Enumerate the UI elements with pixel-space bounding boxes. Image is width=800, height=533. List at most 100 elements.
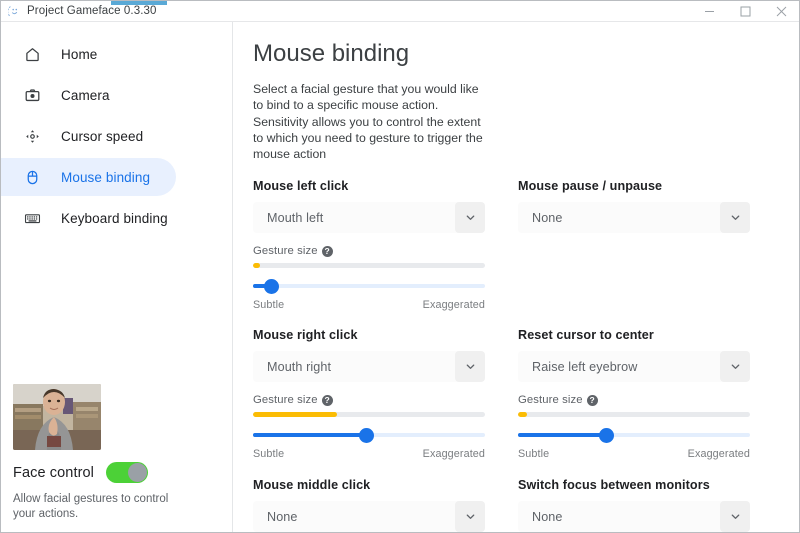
help-icon[interactable]: ? bbox=[321, 245, 333, 257]
sidebar-footer: Face control Allow facial gestures to co… bbox=[1, 384, 232, 532]
chevron-down-icon[interactable] bbox=[720, 351, 750, 383]
binding-label: Mouse pause / unpause bbox=[518, 179, 663, 194]
camera-icon bbox=[21, 84, 43, 106]
slider-min-label: Subtle bbox=[253, 299, 285, 312]
sidebar-item-label: Keyboard binding bbox=[61, 210, 168, 226]
sidebar-item-cursor-speed[interactable]: Cursor speed bbox=[1, 117, 176, 155]
close-icon[interactable] bbox=[763, 1, 799, 22]
mouse-icon bbox=[21, 166, 43, 188]
sensitivity-slider[interactable] bbox=[253, 277, 485, 295]
binding-mouse-right-click: Mouse right click Mouth right Gesture si… bbox=[253, 328, 485, 460]
sidebar-item-home[interactable]: Home bbox=[1, 35, 176, 73]
minimize-icon[interactable] bbox=[691, 1, 727, 22]
slider-min-label: Subtle bbox=[253, 448, 285, 461]
app-window: Project Gameface 0.3.30 Home Camera Curs… bbox=[0, 0, 800, 533]
gesture-size-row: Gesture size ? bbox=[253, 245, 485, 257]
binding-label: Reset cursor to center bbox=[518, 328, 654, 343]
binding-mouse-left-click: Mouse left click Mouth left Gesture size… bbox=[253, 179, 485, 311]
binding-reset-cursor-to-center: Reset cursor to center Raise left eyebro… bbox=[518, 328, 750, 460]
sensitivity-slider[interactable] bbox=[518, 426, 750, 444]
binding-label: Switch focus between monitors bbox=[518, 478, 710, 493]
sidebar-nav: Home Camera Cursor speed Mouse binding K… bbox=[1, 22, 232, 240]
gesture-size-label: Gesture size bbox=[253, 394, 318, 407]
keyboard-icon bbox=[21, 207, 43, 229]
slider-end-labels: Subtle Exaggerated bbox=[253, 299, 485, 311]
title-bar-accent bbox=[111, 1, 167, 5]
binding-mouse-pause-unpause: Mouse pause / unpause None bbox=[518, 179, 750, 311]
window-controls bbox=[691, 1, 799, 22]
binding-label: Mouse middle click bbox=[253, 478, 371, 493]
face-control-description: Allow facial gestures to control your ac… bbox=[13, 493, 169, 520]
toggle-knob bbox=[128, 463, 147, 482]
gesture-size-meter bbox=[253, 412, 485, 418]
slider-min-label: Subtle bbox=[518, 448, 550, 461]
help-icon[interactable]: ? bbox=[586, 394, 598, 406]
chevron-down-icon[interactable] bbox=[720, 202, 750, 234]
gesture-select[interactable]: None bbox=[253, 501, 485, 532]
meter-fill bbox=[518, 412, 528, 418]
chevron-down-icon[interactable] bbox=[720, 501, 750, 532]
meter-fill bbox=[253, 263, 260, 269]
slider-end-labels: Subtle Exaggerated bbox=[518, 448, 750, 460]
gesture-select[interactable]: Mouth right bbox=[253, 351, 485, 383]
face-control-toggle[interactable] bbox=[106, 462, 148, 483]
gesture-select[interactable]: Mouth left bbox=[253, 202, 485, 234]
sidebar-item-label: Home bbox=[61, 46, 98, 62]
sidebar-item-label: Camera bbox=[61, 87, 110, 103]
meter-fill bbox=[253, 412, 337, 418]
chevron-down-icon[interactable] bbox=[455, 202, 485, 234]
slider-thumb[interactable] bbox=[598, 428, 614, 444]
gesture-size-row: Gesture size ? bbox=[518, 394, 750, 406]
binding-switch-focus-between-monitors: Switch focus between monitors None bbox=[518, 478, 750, 532]
slider-thumb[interactable] bbox=[359, 428, 375, 444]
sidebar-item-label: Cursor speed bbox=[61, 128, 144, 144]
window-title: Project Gameface 0.3.30 bbox=[27, 5, 157, 17]
gesture-size-label: Gesture size bbox=[518, 394, 583, 407]
sidebar: Home Camera Cursor speed Mouse binding K… bbox=[1, 22, 233, 532]
slider-max-label: Exaggerated bbox=[422, 299, 485, 312]
gesture-select-value: None bbox=[532, 509, 563, 524]
slider-filled bbox=[253, 433, 367, 438]
home-icon bbox=[21, 43, 43, 65]
sidebar-item-camera[interactable]: Camera bbox=[1, 76, 176, 114]
gesture-select[interactable]: None bbox=[518, 202, 750, 234]
sidebar-item-mouse-binding[interactable]: Mouse binding bbox=[1, 158, 176, 196]
gesture-select[interactable]: Raise left eyebrow bbox=[518, 351, 750, 383]
maximize-icon[interactable] bbox=[727, 1, 763, 22]
gesture-size-meter bbox=[253, 263, 485, 269]
gesture-size-row: Gesture size ? bbox=[253, 394, 485, 406]
gesture-select-value: Mouth right bbox=[267, 359, 332, 374]
chevron-down-icon[interactable] bbox=[455, 351, 485, 383]
sidebar-item-label: Mouse binding bbox=[61, 169, 151, 185]
chevron-down-icon[interactable] bbox=[455, 501, 485, 532]
gesture-size-label: Gesture size bbox=[253, 245, 318, 258]
gesture-select-value: Raise left eyebrow bbox=[532, 359, 638, 374]
cursor-speed-icon bbox=[21, 125, 43, 147]
face-control-row: Face control bbox=[13, 462, 220, 483]
gesture-select[interactable]: None bbox=[518, 501, 750, 532]
smiley-face-icon bbox=[6, 3, 22, 19]
main-content: Mouse binding Select a facial gesture th… bbox=[233, 22, 799, 532]
gesture-size-meter bbox=[518, 412, 750, 418]
gesture-select-value: None bbox=[267, 509, 298, 524]
gesture-select-value: None bbox=[532, 210, 563, 225]
slider-track bbox=[253, 284, 485, 289]
binding-label: Mouse right click bbox=[253, 328, 358, 343]
face-control-label: Face control bbox=[13, 464, 94, 481]
sidebar-item-keyboard-binding[interactable]: Keyboard binding bbox=[1, 199, 176, 237]
slider-filled bbox=[518, 433, 607, 438]
slider-max-label: Exaggerated bbox=[422, 448, 485, 461]
page-description: Select a facial gesture that you would l… bbox=[253, 82, 483, 162]
sensitivity-slider[interactable] bbox=[253, 426, 485, 444]
window-body: Home Camera Cursor speed Mouse binding K… bbox=[1, 22, 799, 532]
binding-mouse-middle-click: Mouse middle click None bbox=[253, 478, 485, 532]
slider-end-labels: Subtle Exaggerated bbox=[253, 448, 485, 460]
title-bar: Project Gameface 0.3.30 bbox=[1, 1, 799, 22]
slider-max-label: Exaggerated bbox=[687, 448, 750, 461]
webcam-preview bbox=[13, 384, 101, 450]
help-icon[interactable]: ? bbox=[321, 394, 333, 406]
slider-thumb[interactable] bbox=[264, 279, 280, 295]
gesture-select-value: Mouth left bbox=[267, 210, 324, 225]
bindings-grid: Mouse left click Mouth left Gesture size… bbox=[253, 179, 779, 532]
page-title: Mouse binding bbox=[253, 40, 410, 67]
